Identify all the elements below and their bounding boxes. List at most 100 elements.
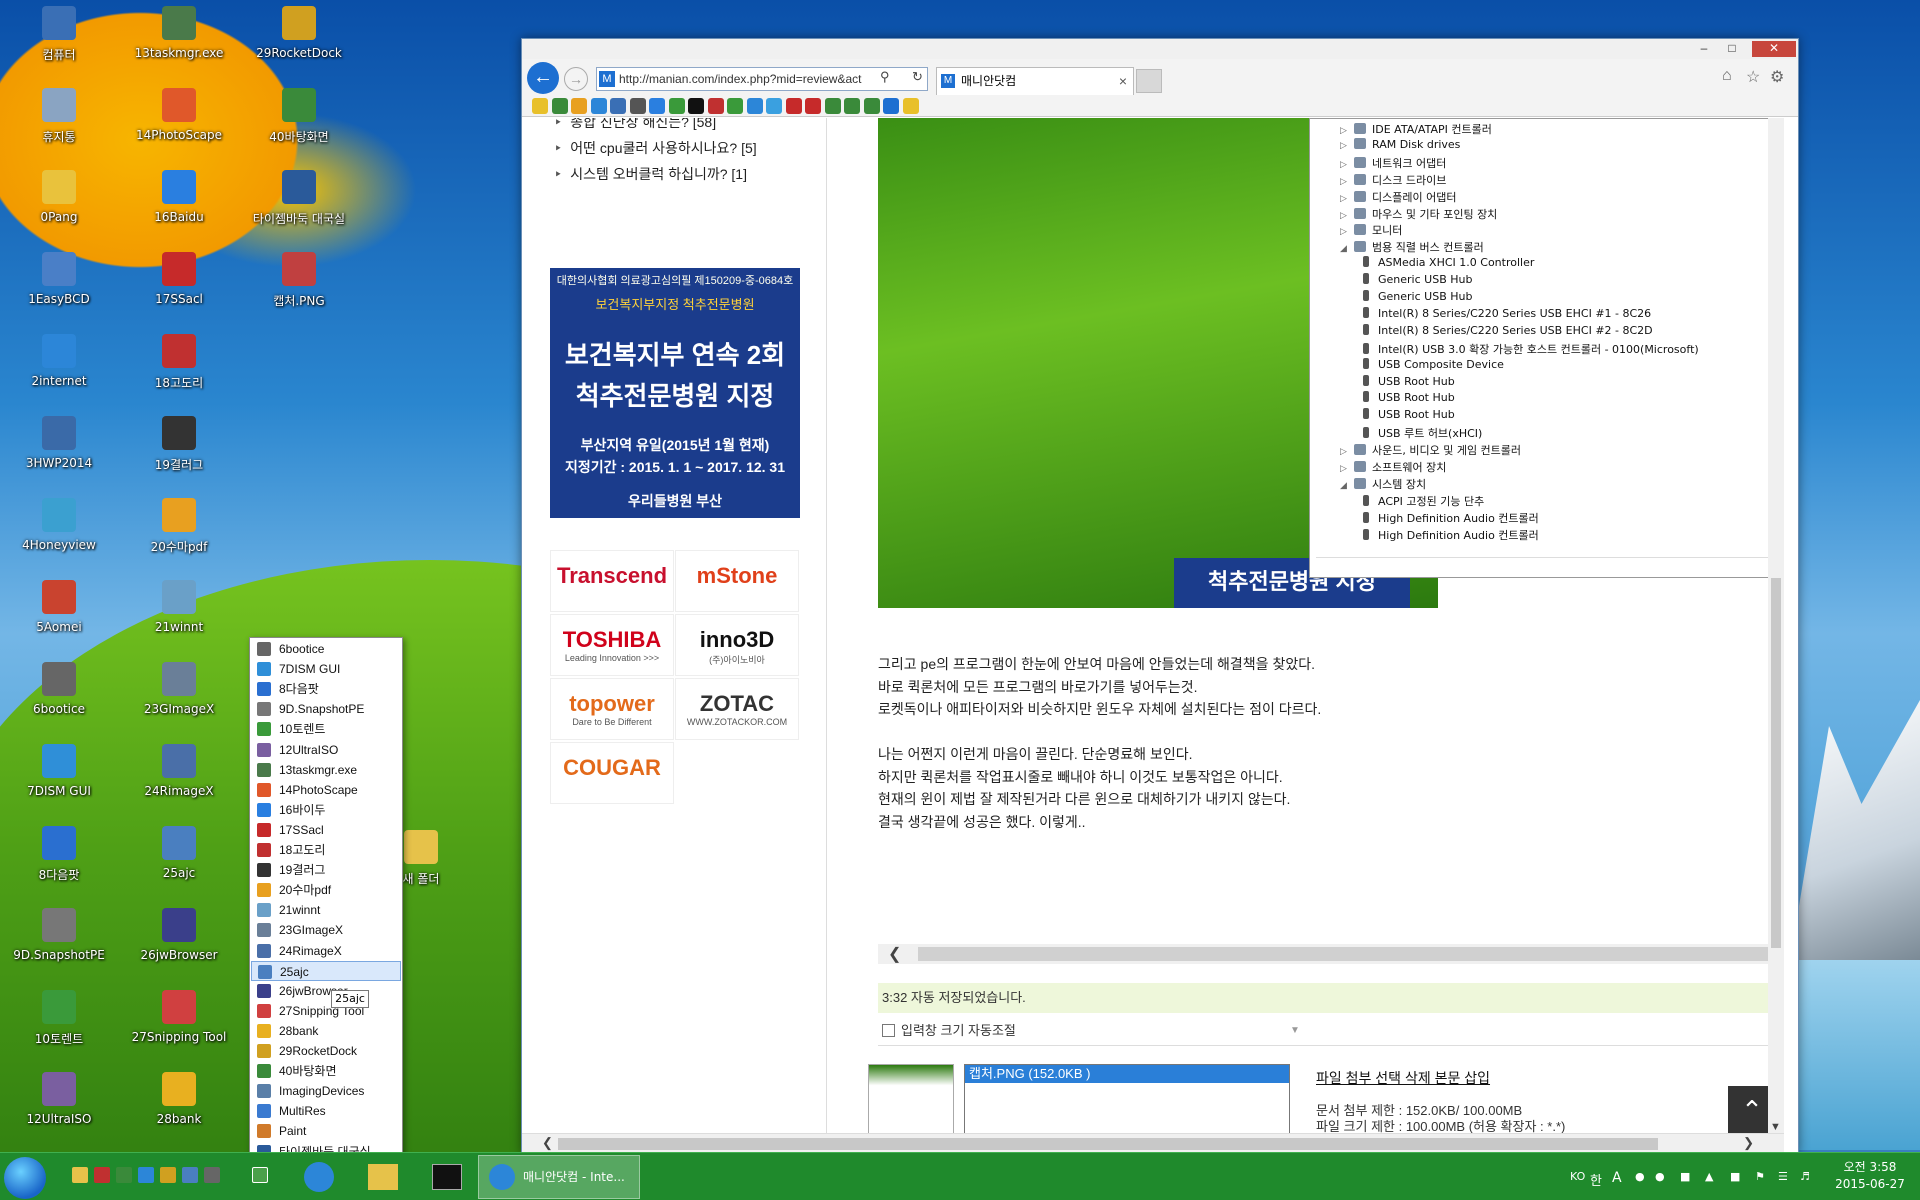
desktop-icon[interactable]: recycle-bin-icon 휴지통 <box>4 86 114 166</box>
menu-item[interactable]: 17SSacl <box>251 820 401 840</box>
expand-arrow-icon[interactable]: ▷ <box>1340 227 1354 237</box>
desktop-icon[interactable]: godori-icon 18고도리 <box>124 332 234 412</box>
favorite-link-icon[interactable] <box>805 98 821 114</box>
menu-item[interactable]: 9D.SnapshotPE <box>251 699 401 719</box>
expand-arrow-icon[interactable]: ▷ <box>1340 211 1354 221</box>
menu-item[interactable]: 12UltraISO <box>251 740 401 760</box>
device-item[interactable]: High Definition Audio 컨트롤러 <box>1360 510 1539 526</box>
scroll-right-icon[interactable]: ❯ <box>1743 1135 1754 1151</box>
menu-item[interactable]: 8다음팟 <box>251 679 401 699</box>
desktop-icon[interactable]: easybcd-icon 1EasyBCD <box>4 250 114 330</box>
hospital-banner-ad[interactable]: 대한의사협회 의료광고심의필 제150209-중-0684호 보건복지부지정 척… <box>550 268 800 518</box>
start-button[interactable] <box>4 1157 46 1199</box>
browser-window[interactable]: – □ ✕ ← → M http://manian.com/index.php?… <box>521 38 1799 1154</box>
menu-item[interactable]: 16바이두 <box>251 800 401 820</box>
tray-icon[interactable]: ▲ <box>1705 1170 1713 1183</box>
desktop-icon[interactable]: daum-pot-icon 8다음팟 <box>4 824 114 904</box>
scroll-down-icon[interactable]: ▼ <box>1770 1121 1781 1133</box>
favorite-link-icon[interactable] <box>649 98 665 114</box>
menu-item[interactable]: MultiRes <box>251 1101 401 1121</box>
command-prompt-taskbar-button[interactable] <box>418 1155 476 1199</box>
device-item[interactable]: Generic USB Hub <box>1360 273 1472 289</box>
desktop-icon[interactable]: baidu-icon 16Baidu <box>124 168 234 248</box>
menu-item[interactable]: 28bank <box>251 1021 401 1041</box>
device-category[interactable]: ▷ 소프트웨어 장치 <box>1340 459 1446 475</box>
desktop-icon[interactable]: ajc-icon 25ajc <box>124 824 234 904</box>
desktop-icon[interactable]: rimagex-icon 24RimageX <box>124 742 234 822</box>
attachment-actions[interactable]: 파일 첨부 선택 삭제 본문 삽입 <box>1316 1068 1490 1088</box>
menu-item[interactable]: 6bootice <box>251 639 401 659</box>
desktop-icon[interactable]: windows-icon 7DISM GUI <box>4 742 114 822</box>
tray-icon[interactable]: ■ <box>1730 1170 1740 1183</box>
menu-item[interactable]: 13taskmgr.exe <box>251 760 401 780</box>
tray-icon[interactable]: ⚑ <box>1755 1170 1765 1183</box>
desktop-icon[interactable]: aomei-icon 5Aomei <box>4 578 114 658</box>
desktop-icon[interactable]: snapshot-icon 9D.SnapshotPE <box>4 906 114 986</box>
menu-item[interactable]: 7DISM GUI <box>251 659 401 679</box>
file-explorer-taskbar-button[interactable] <box>354 1155 412 1199</box>
desktop-icon[interactable]: desktop-icon 40바탕화면 <box>244 86 354 166</box>
favorite-link-icon[interactable] <box>571 98 587 114</box>
device-item[interactable]: High Definition Audio 컨트롤러 <box>1360 527 1539 543</box>
scroll-track[interactable] <box>918 947 1778 961</box>
desktop-icon[interactable]: baduk-icon 타이젬바둑 대국실 <box>244 168 354 248</box>
favorite-link-icon[interactable] <box>707 98 724 114</box>
favorite-link-icon[interactable] <box>727 98 743 114</box>
menu-item[interactable]: 24RimageX <box>251 941 401 961</box>
auto-resize-option[interactable]: 입력창 크기 자동조절 ▼ <box>878 1016 1784 1046</box>
attachment-thumbnail[interactable] <box>868 1064 954 1133</box>
menu-item[interactable]: 26jwBrowser <box>251 981 401 1001</box>
device-item[interactable]: USB Root Hub <box>1360 374 1455 391</box>
back-button[interactable]: ← <box>527 62 559 94</box>
menu-item[interactable]: ImagingDevices <box>251 1081 401 1101</box>
favorites-star-icon[interactable]: ☆ <box>1746 67 1760 87</box>
menu-item[interactable]: 20수마pdf <box>251 880 401 900</box>
desktop-icon[interactable]: ultraiso-icon 12UltraISO <box>4 1070 114 1150</box>
editor-horizontal-scrollbar[interactable]: ❮ <box>878 944 1784 964</box>
device-item[interactable]: USB 루트 허브(xHCI) <box>1360 425 1482 441</box>
menu-item[interactable]: 10토렌트 <box>251 719 401 739</box>
page-horizontal-scrollbar[interactable]: ❮ ❯ <box>522 1133 1784 1153</box>
favorite-link-icon[interactable] <box>688 98 704 114</box>
close-button[interactable]: ✕ <box>1752 41 1796 57</box>
desktop-icon[interactable]: winnt-icon 21winnt <box>124 578 234 658</box>
favorite-link-icon[interactable] <box>883 98 899 114</box>
expand-arrow-icon[interactable]: ▷ <box>1340 177 1354 187</box>
desktop-icon[interactable]: gimagex-icon 23GImageX <box>124 660 234 740</box>
active-browser-taskbar-button[interactable]: 매니안닷컴 - Inte... <box>478 1155 640 1199</box>
menu-item[interactable]: 14PhotoScape <box>251 780 401 800</box>
desktop-icon[interactable]: scissors-icon 27Snipping Tool <box>124 988 234 1068</box>
title-bar[interactable]: – □ ✕ <box>522 39 1798 59</box>
address-bar[interactable]: M http://manian.com/index.php?mid=review… <box>596 67 928 91</box>
page-scroll-thumb[interactable] <box>1771 578 1781 948</box>
expand-arrow-icon[interactable]: ▷ <box>1340 160 1354 170</box>
auto-resize-checkbox[interactable] <box>882 1024 895 1037</box>
brand-logo-toshiba[interactable]: TOSHIBA Leading Innovation >>> <box>550 614 674 676</box>
device-category[interactable]: ▷ RAM Disk drives <box>1340 137 1460 154</box>
device-item[interactable]: Intel(R) USB 3.0 확장 가능한 호스트 컨트롤러 - 0100(… <box>1360 341 1699 357</box>
device-item[interactable]: USB Root Hub <box>1360 408 1455 424</box>
expand-arrow-icon[interactable]: ▷ <box>1340 464 1354 474</box>
brand-logo-transcend[interactable]: Transcend <box>550 550 674 612</box>
tray-icon[interactable]: ■ <box>1680 1170 1690 1183</box>
new-tab-button[interactable] <box>1136 69 1162 93</box>
search-icon[interactable]: ⚲ <box>880 69 890 85</box>
collapse-arrow-icon[interactable]: ◢ <box>1340 481 1354 491</box>
favorite-link-icon[interactable] <box>629 98 646 114</box>
desktop-icon[interactable]: pang-icon 0Pang <box>4 168 114 248</box>
desktop-icon[interactable]: pdf-icon 20수마pdf <box>124 496 234 576</box>
tray-icon[interactable]: ● <box>1655 1170 1665 1183</box>
favorite-link-icon[interactable] <box>610 98 626 114</box>
device-item[interactable]: ACPI 고정된 기능 단추 <box>1360 493 1484 509</box>
menu-item[interactable]: 19결러그 <box>251 860 401 880</box>
desktop-icon[interactable]: taskmgr-icon 13taskmgr.exe <box>124 4 234 84</box>
chevron-down-icon[interactable]: ▼ <box>1290 1016 1300 1046</box>
app-quicklaunch-icon[interactable] <box>160 1167 176 1183</box>
brand-logo-zotac[interactable]: ZOTAC WWW.ZOTACKOR.COM <box>675 678 799 740</box>
attachment-item[interactable]: 캡처.PNG (152.0KB ) <box>965 1065 1289 1083</box>
desktop-icon[interactable]: internet-explorer-icon 2internet <box>4 332 114 412</box>
desktop-icon[interactable]: korea-flag-icon 17SSacl <box>124 250 234 330</box>
tab-close-icon[interactable]: × <box>1119 68 1127 94</box>
settings-gear-icon[interactable]: ⚙ <box>1770 67 1784 87</box>
favorite-link-icon[interactable] <box>844 98 860 114</box>
